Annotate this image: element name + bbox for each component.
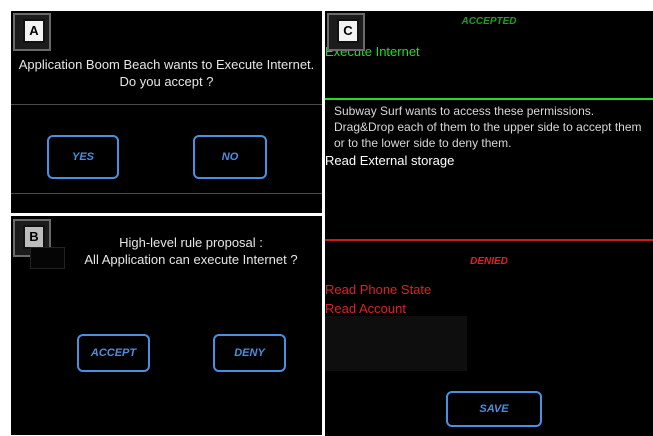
panel-a-badge: A [13,13,51,51]
divider-bottom [11,193,322,194]
pending-permission-item[interactable]: Read External storage [325,153,454,168]
permission-instructions: Subway Surf wants to access these permis… [334,104,642,150]
divider [11,104,322,105]
deny-button[interactable]: DENY [213,334,286,372]
denied-header: DENIED [470,256,508,267]
badge-letter: C [337,19,359,43]
permission-sort-panel-c: ACCEPTED Execute Internet C Subway Surf … [325,11,653,436]
rule-proposal-panel-b: B High-level rule proposal : All Applica… [11,216,322,435]
rule-question: High-level rule proposal : All Applicati… [71,234,311,268]
badge-shadow [30,247,65,269]
badge-letter: B [23,225,45,249]
badge-letter: A [23,19,45,43]
denied-permission-item[interactable]: Read Account [325,301,406,316]
denied-zone-boundary [325,239,653,241]
no-button[interactable]: NO [193,135,267,179]
question-line-1: Application Boom Beach wants to Execute … [18,57,315,72]
denied-permission-item[interactable]: Read Phone State [325,282,431,297]
question-line-2: Do you accept ? [119,74,214,89]
yes-button[interactable]: YES [47,135,119,179]
question-line-1: High-level rule proposal : [119,235,263,250]
accept-button[interactable]: ACCEPT [77,334,150,372]
panel-c-badge: C [327,13,365,51]
accepted-header: ACCEPTED [461,16,517,27]
accepted-zone-boundary [325,98,653,100]
permission-question: Application Boom Beach wants to Execute … [11,56,322,90]
question-line-2: All Application can execute Internet ? [84,252,298,267]
placeholder-area [325,316,467,371]
save-button[interactable]: SAVE [446,391,542,427]
permission-dialog-panel-a: A Application Boom Beach wants to Execut… [11,11,322,213]
